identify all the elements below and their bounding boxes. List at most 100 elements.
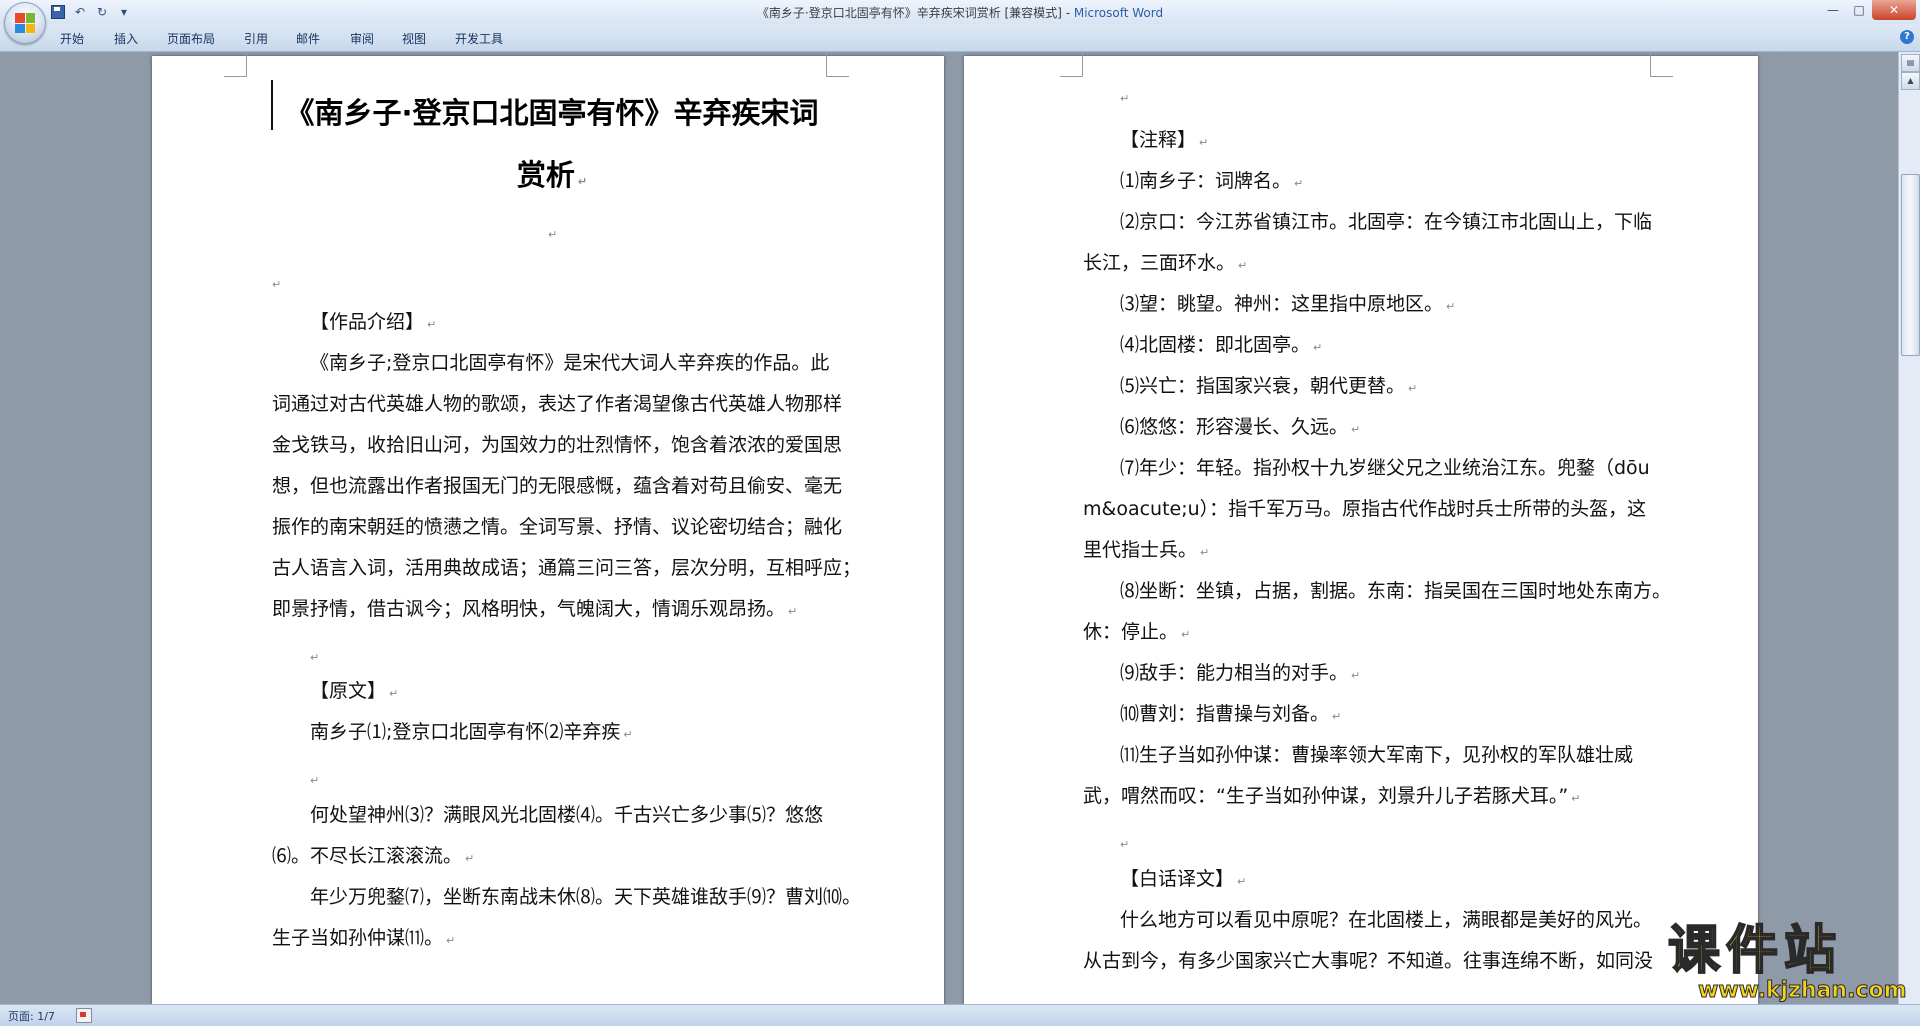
crop-mark [1060, 54, 1083, 77]
intro-line-text: 即景抒情，借古讽今；风格明快，气魄阔大，情调乐观昂扬。 [272, 598, 786, 620]
help-icon[interactable]: ? [1900, 30, 1914, 44]
intro-line: 振作的南宋朝廷的愤懑之情。全词写景、抒情、议论密切结合；融化 [272, 516, 843, 538]
note-line-text: 休：停止。 [1083, 621, 1179, 643]
note-line-text: ⑷北固楼：即北固亭。 [1120, 334, 1311, 356]
paragraph-mark-icon: ↵ [1237, 875, 1247, 888]
document-page-1[interactable]: 《南乡子·登京口北固亭有怀》辛弃疾宋词 赏析 ↵ ↵ ↵ 【作品介绍】 ↵ 《南乡子… [152, 54, 944, 1004]
document-workspace[interactable]: 《南乡子·登京口北固亭有怀》辛弃疾宋词 赏析 ↵ ↵ ↵ 【作品介绍】 ↵ 《南乡子… [0, 52, 1898, 1004]
note-line: m&oacute;u）：指千军万马。原指古代作战时兵士所带的头盔，这 [1083, 498, 1647, 520]
note-line: 长江，三面环水。 ↵ [1083, 252, 1247, 277]
document-title-line2-text: 赏析 [516, 158, 575, 192]
notes-heading: 【注释】 ↵ [1120, 129, 1208, 154]
tab-page-layout[interactable]: 页面布局 [167, 30, 215, 47]
maximize-button[interactable]: □ [1846, 0, 1872, 20]
close-button[interactable]: ✕ [1872, 0, 1916, 20]
tab-view[interactable]: 视图 [402, 30, 426, 47]
window-title: 《南乡子·登京口北固亭有怀》辛弃疾宋词赏析 [兼容模式] - Microsoft… [0, 4, 1920, 21]
paragraph-mark-icon: ↵ [1199, 136, 1209, 149]
paragraph-mark-icon: ↵ [1408, 382, 1418, 395]
document-title-line2: 赏析 ↵ [272, 152, 832, 194]
paragraph-mark-icon: ↵ [310, 651, 320, 664]
note-line-text: 长江，三面环水。 [1083, 252, 1236, 274]
note-line: ⑺年少：年轻。指孙权十九岁继父兄之业统治江东。兜鍪（dōu [1120, 457, 1650, 479]
note-line-text: ⑴南乡子：词牌名。 [1120, 170, 1292, 192]
intro-line: 即景抒情，借古讽今；风格明快，气魄阔大，情调乐观昂扬。 ↵ [272, 598, 797, 623]
paragraph-mark-icon: ↵ [1313, 341, 1323, 354]
note-line: ⑸兴亡：指国家兴衰，朝代更替。 ↵ [1120, 375, 1417, 400]
poem-line: 生子当如孙仲谋⑾。 ↵ [272, 927, 455, 952]
minimize-button[interactable]: — [1820, 0, 1846, 20]
intro-line: 想，但也流露出作者报国无门的无限感慨，蕴含着对苟且偷安、毫无 [272, 475, 843, 497]
watermark-url: www.kjzhan.com [1698, 978, 1908, 1004]
tab-insert[interactable]: 插入 [114, 30, 138, 47]
paragraph-mark-icon: ↵ [1351, 669, 1361, 682]
crop-mark [826, 54, 849, 77]
original-heading: 【原文】 ↵ [310, 680, 398, 705]
office-button[interactable] [4, 2, 46, 44]
paragraph-mark-icon: ↵ [446, 934, 456, 947]
intro-line: 《南乡子;登京口北固亭有怀》是宋代大词人辛弃疾的作品。此 [310, 352, 830, 374]
paragraph-mark-icon: ↵ [1446, 300, 1456, 313]
note-line-text: ⑶望：眺望。神州：这里指中原地区。 [1120, 293, 1444, 315]
scrollbar-thumb[interactable] [1901, 174, 1920, 356]
paragraph-mark-icon: ↵ [1332, 710, 1342, 723]
note-line: ⑴南乡子：词牌名。 ↵ [1120, 170, 1303, 195]
poem-line-text: ⑹。不尽长江滚滚流。 [272, 845, 463, 867]
paragraph-mark-icon: ↵ [465, 852, 475, 865]
poem-line: ⑹。不尽长江滚滚流。 ↵ [272, 845, 474, 870]
watermark-cn: 课件站 [1667, 921, 1843, 981]
paragraph-mark-icon: ↵ [1351, 423, 1361, 436]
document-page-2[interactable]: ↵ 【注释】 ↵ ⑴南乡子：词牌名。 ↵ ⑵京口：今江苏省镇江市。北固亭：在今镇江市… [964, 54, 1758, 1004]
scroll-up-button[interactable]: ▲ [1901, 72, 1920, 90]
poem-title: 南乡子⑴;登京口北固亭有怀⑵辛弃疾 ↵ [310, 721, 633, 746]
office-logo-icon [15, 13, 35, 33]
note-line: ⑽曹刘：指曹操与刘备。 ↵ [1120, 703, 1341, 728]
poem-line: 何处望神州⑶？满眼风光北固楼⑷。千古兴亡多少事⑸？悠悠 [310, 804, 824, 826]
intro-line: 古人语言入词，活用典故成语；通篇三问三答，层次分明，互相呼应； [272, 557, 862, 579]
paragraph-mark-icon: ↵ [1200, 546, 1210, 559]
note-line-text: ⑸兴亡：指国家兴衰，朝代更替。 [1120, 375, 1406, 397]
paragraph-mark-icon: ↵ [310, 774, 320, 787]
status-bar: 页面: 1/7 [0, 1004, 1920, 1026]
crop-mark [1650, 54, 1673, 77]
translation-line: 什么地方可以看见中原呢？在北固楼上，满眼都是美好的风光。 [1120, 909, 1653, 931]
poem-line-text: 生子当如孙仲谋⑾。 [272, 927, 444, 949]
note-line: ⑶望：眺望。神州：这里指中原地区。 ↵ [1120, 293, 1455, 318]
window-title-app: Microsoft Word [1073, 6, 1164, 20]
paragraph-mark-icon: ↵ [788, 605, 798, 618]
original-heading-text: 【原文】 [310, 680, 387, 702]
ribbon-tabs: 开始 插入 页面布局 引用 邮件 审阅 视图 开发工具 [0, 24, 1920, 52]
proofing-icon[interactable] [76, 1008, 92, 1023]
tab-home[interactable]: 开始 [60, 30, 84, 47]
poem-line: 年少万兜鍪⑺，坐断东南战未休⑻。天下英雄谁敌手⑼？曹刘⑽。 [310, 886, 862, 908]
note-line: 休：停止。 ↵ [1083, 621, 1190, 646]
paragraph-mark-icon: ↵ [1238, 259, 1248, 272]
paragraph-mark-icon: ↵ [548, 228, 558, 241]
note-line-text: ⑼敌手：能力相当的对手。 [1120, 662, 1349, 684]
paragraph-mark-icon: ↵ [389, 687, 399, 700]
note-line: ⑹悠悠：形容漫长、久远。 ↵ [1120, 416, 1360, 441]
note-line: ⑵京口：今江苏省镇江市。北固亭：在今镇江市北固山上，下临 [1120, 211, 1653, 233]
paragraph-mark-icon: ↵ [1294, 177, 1304, 190]
note-line-text: ⑽曹刘：指曹操与刘备。 [1120, 703, 1330, 725]
document-title-line1: 《南乡子·登京口北固亭有怀》辛弃疾宋词 [285, 96, 819, 130]
note-line: ⑾生子当如孙仲谋：曹操率领大军南下，见孙权的军队雄壮威 [1120, 744, 1634, 766]
note-line: ⑻坐断：坐镇，占据，割据。东南：指吴国在三国时地处东南方。 [1120, 580, 1672, 602]
tab-developer[interactable]: 开发工具 [455, 30, 503, 47]
page-count[interactable]: 页面: 1/7 [8, 1008, 55, 1024]
tab-mailings[interactable]: 邮件 [296, 30, 320, 47]
crop-mark [224, 54, 247, 77]
note-line-text: 武，喟然而叹：“生子当如孙仲谋，刘景升儿子若豚犬耳。” [1083, 785, 1569, 807]
note-line-text: ⑹悠悠：形容漫长、久远。 [1120, 416, 1349, 438]
tab-references[interactable]: 引用 [244, 30, 268, 47]
tab-review[interactable]: 审阅 [350, 30, 374, 47]
window-title-sep: - [1061, 6, 1074, 20]
vertical-scrollbar[interactable]: ▤ ▲ [1898, 52, 1920, 1004]
notes-heading-text: 【注释】 [1120, 129, 1197, 151]
ruler-toggle-button[interactable]: ▤ [1901, 54, 1920, 72]
translation-line: 从古到今，有多少国家兴亡大事呢？不知道。往事连绵不断，如同没 [1083, 950, 1654, 972]
paragraph-mark-icon: ↵ [1571, 792, 1581, 805]
note-line: ⑼敌手：能力相当的对手。 ↵ [1120, 662, 1360, 687]
note-line: ⑷北固楼：即北固亭。 ↵ [1120, 334, 1322, 359]
translation-heading-text: 【白话译文】 [1120, 868, 1235, 890]
